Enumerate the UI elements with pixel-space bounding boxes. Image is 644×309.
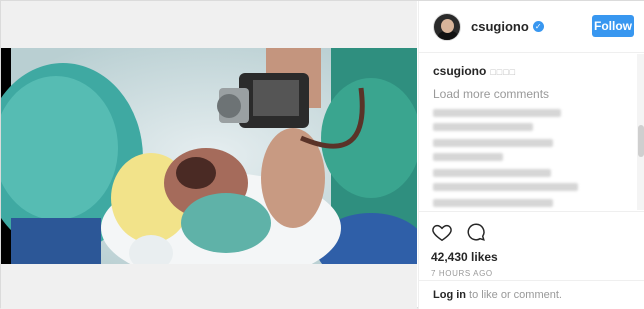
comments-section: csugiono □□□□ Load more comments xyxy=(419,54,644,210)
login-prompt: Log in to like or comment. xyxy=(419,280,644,309)
scrollbar-thumb[interactable] xyxy=(638,125,644,157)
follow-button[interactable]: Follow xyxy=(592,15,634,37)
post-timestamp: 7 HOURS AGO xyxy=(431,269,493,278)
post-sidebar: csugiono ✓ Follow csugiono □□□□ Load more… xyxy=(418,1,644,309)
blurred-comment-line xyxy=(433,183,578,191)
likes-count[interactable]: 42,430 likes xyxy=(431,250,634,264)
blurred-comment-line xyxy=(433,123,533,131)
load-more-comments-button[interactable]: Load more comments xyxy=(433,87,632,101)
caption-text: □□□□ xyxy=(490,67,517,77)
media-panel xyxy=(1,1,417,309)
blurred-comment-line xyxy=(433,153,503,161)
post-header: csugiono ✓ Follow xyxy=(419,1,644,53)
post-actions: 42,430 likes 7 HOURS AGO xyxy=(419,211,644,278)
blurred-comments xyxy=(433,109,632,207)
login-link[interactable]: Log in xyxy=(433,289,466,301)
video-frame-image xyxy=(1,48,417,264)
post-video[interactable] xyxy=(1,48,417,264)
action-icons xyxy=(431,220,634,244)
comment-icon[interactable] xyxy=(465,221,487,243)
blurred-comment-line xyxy=(433,199,553,207)
heart-icon[interactable] xyxy=(431,221,453,243)
browser-viewport: csugiono ✓ Follow csugiono □□□□ Load more… xyxy=(0,0,644,309)
comments-scrollbar[interactable] xyxy=(637,54,644,210)
caption: csugiono □□□□ xyxy=(433,64,632,78)
username-link[interactable]: csugiono xyxy=(471,19,529,34)
blurred-comment-line xyxy=(433,139,553,147)
verified-badge-icon: ✓ xyxy=(532,21,544,32)
blurred-comment-line xyxy=(433,109,561,117)
avatar[interactable] xyxy=(433,12,461,41)
caption-username[interactable]: csugiono xyxy=(433,64,486,78)
blurred-comment-line xyxy=(433,169,551,177)
login-prompt-text: to like or comment. xyxy=(466,289,562,301)
instagram-post-card: csugiono ✓ Follow csugiono □□□□ Load more… xyxy=(0,0,644,309)
